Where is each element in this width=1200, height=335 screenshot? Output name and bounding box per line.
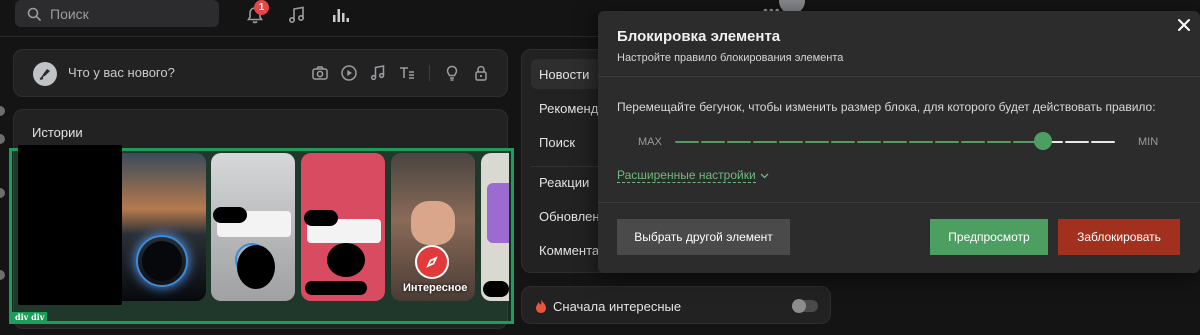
music-icon[interactable]	[287, 5, 307, 25]
slider-segment	[961, 141, 985, 143]
slider-instruction: Перемещайте бегунок, чтобы изменить разм…	[617, 100, 1156, 114]
story-item[interactable]	[18, 145, 122, 305]
story-item[interactable]	[211, 153, 295, 301]
close-icon[interactable]	[1174, 15, 1194, 35]
music-icon[interactable]	[368, 63, 388, 83]
side-handle	[0, 134, 5, 144]
story-item[interactable]	[481, 153, 509, 301]
slider-segment	[675, 141, 699, 143]
post-composer[interactable]: Что у вас нового?	[13, 49, 508, 97]
slider-segment	[909, 141, 933, 143]
stories-title: Истории	[32, 125, 83, 140]
slider-segment	[805, 141, 829, 143]
size-slider-thumb[interactable]	[1034, 132, 1052, 150]
modal-title: Блокировка элемента	[617, 28, 781, 45]
interesting-first-toggle[interactable]	[792, 299, 818, 313]
block-button[interactable]: Заблокировать	[1058, 219, 1180, 255]
interesting-first-toggle-row[interactable]: Сначала интересные	[521, 286, 831, 324]
story-blur	[483, 281, 509, 297]
video-icon[interactable]	[339, 63, 359, 83]
slider-segment	[831, 141, 855, 143]
slider-segment	[857, 141, 881, 143]
fire-icon	[536, 299, 546, 313]
story-preview-card	[487, 183, 509, 243]
toggle-knob	[792, 299, 806, 313]
story-item[interactable]	[301, 153, 385, 301]
slider-segment	[935, 141, 959, 143]
story-caption	[397, 159, 469, 183]
lock-icon[interactable]	[471, 63, 491, 83]
compass-icon	[415, 245, 449, 279]
advanced-settings-link[interactable]: Расширенные настройки	[617, 168, 769, 183]
story-blur	[327, 243, 365, 277]
bulb-icon[interactable]	[442, 63, 462, 83]
modal-header: Блокировка элемента Настройте правило бл…	[598, 11, 1200, 77]
slider-max-label: MAX	[638, 136, 662, 148]
notification-badge: 1	[254, 0, 269, 15]
divider	[429, 65, 430, 81]
size-slider-track[interactable]	[675, 141, 1121, 143]
camera-icon[interactable]	[310, 63, 330, 83]
slider-segment	[701, 141, 725, 143]
highlight-tag: div div	[12, 312, 48, 323]
slider-segment	[779, 141, 803, 143]
preview-button[interactable]: Предпросмотр	[930, 219, 1048, 255]
interesting-first-label: Сначала интересные	[553, 299, 682, 314]
search-input[interactable]: Поиск	[15, 0, 219, 27]
text-format-icon[interactable]	[397, 63, 417, 83]
story-blur	[305, 281, 367, 295]
post-attachment-icons	[310, 63, 491, 83]
story-blur	[213, 207, 247, 223]
slider-segment	[883, 141, 907, 143]
avatar[interactable]	[33, 62, 57, 86]
search-icon	[27, 7, 41, 21]
post-placeholder[interactable]: Что у вас нового?	[68, 65, 175, 80]
slider-min-label: MIN	[1138, 136, 1159, 148]
story-label: Интересное	[403, 282, 468, 294]
slider-segment	[987, 141, 1011, 143]
side-handle	[0, 106, 5, 116]
slider-segment	[1065, 141, 1089, 143]
story-face	[411, 201, 455, 245]
search-placeholder: Поиск	[50, 5, 89, 22]
divider	[0, 36, 600, 37]
stats-icon[interactable]	[330, 5, 350, 25]
story-blur	[304, 210, 338, 226]
slider-segment	[1091, 141, 1115, 143]
modal-subtitle: Настройте правило блокирования элемента	[617, 52, 844, 64]
slider-segment	[753, 141, 777, 143]
block-element-modal: Блокировка элемента Настройте правило бл…	[598, 11, 1200, 273]
divider	[598, 202, 1200, 203]
story-blur	[237, 245, 275, 289]
story-blur	[142, 241, 182, 281]
slider-segment	[727, 141, 751, 143]
story-item[interactable]	[122, 153, 206, 301]
side-handle	[0, 188, 5, 198]
choose-other-element-button[interactable]: Выбрать другой элемент	[617, 219, 790, 255]
chevron-down-icon	[760, 173, 769, 178]
advanced-settings-label: Расширенные настройки	[617, 168, 756, 183]
side-handle	[0, 270, 5, 280]
